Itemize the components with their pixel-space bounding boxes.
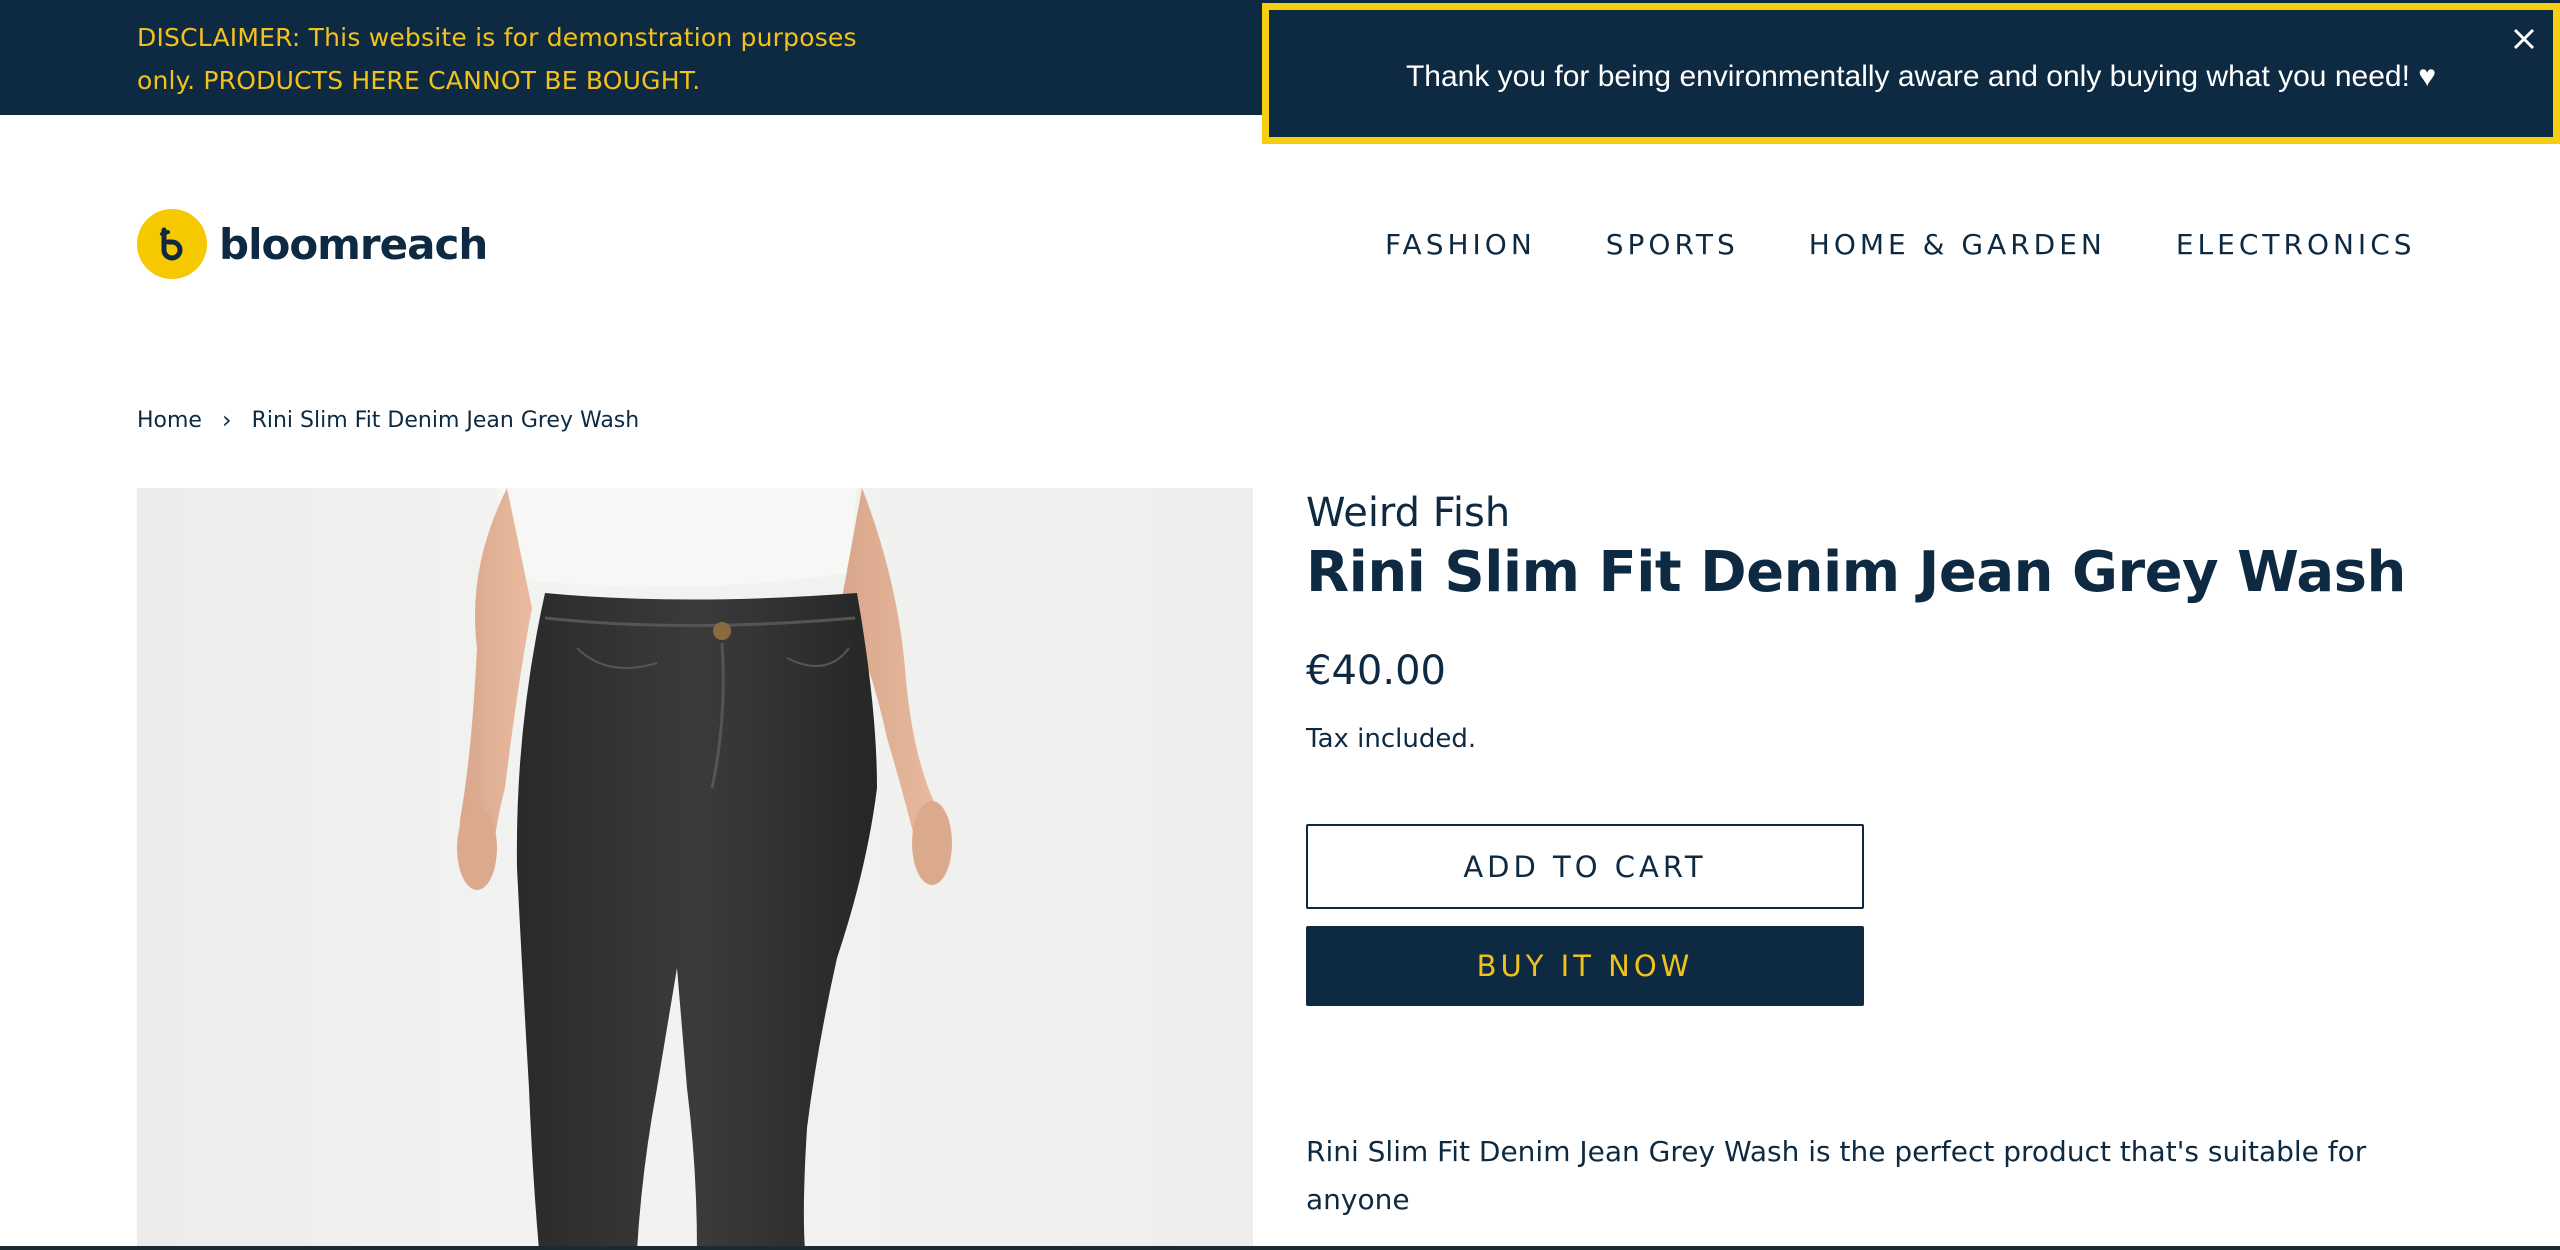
product-description: Rini Slim Fit Denim Jean Grey Wash is th… [1306, 1135, 2367, 1216]
add-to-cart-button[interactable]: ADD TO CART [1306, 824, 1864, 909]
breadcrumb: Home › Rini Slim Fit Denim Jean Grey Was… [137, 406, 639, 434]
nav-item-fashion[interactable]: FASHION [1385, 228, 1536, 261]
nav-item-sports[interactable]: SPORTS [1606, 228, 1739, 261]
close-icon[interactable] [2509, 24, 2539, 54]
logo-text: bloomreach [219, 219, 488, 269]
product-vendor: Weird Fish [1306, 490, 1511, 536]
nav-item-home-garden[interactable]: HOME & GARDEN [1809, 228, 2106, 261]
eco-notice-popup: Thank you for being environmentally awar… [1262, 3, 2560, 144]
product-image[interactable] [137, 488, 1253, 1250]
window-bottom-edge [0, 1246, 2560, 1250]
bloomreach-logo-icon [137, 209, 207, 279]
product-price: €40.00 [1306, 648, 1446, 694]
disclaimer-text: DISCLAIMER: This website is for demonstr… [137, 23, 857, 95]
eco-notice-message: Thank you for being environmentally awar… [1405, 60, 2437, 93]
tax-note: Tax included. [1306, 724, 1477, 754]
buy-now-button[interactable]: BUY IT NOW [1306, 926, 1864, 1006]
breadcrumb-current: Rini Slim Fit Denim Jean Grey Wash [251, 407, 640, 433]
product-title: Rini Slim Fit Denim Jean Grey Wash [1306, 540, 2406, 605]
site-logo[interactable]: bloomreach [137, 209, 488, 279]
nav-item-electronics[interactable]: ELECTRONICS [2176, 228, 2416, 261]
breadcrumb-separator: › [221, 406, 232, 434]
main-nav: FASHION SPORTS HOME & GARDEN ELECTRONICS [1385, 228, 2416, 261]
breadcrumb-home[interactable]: Home [137, 408, 202, 433]
